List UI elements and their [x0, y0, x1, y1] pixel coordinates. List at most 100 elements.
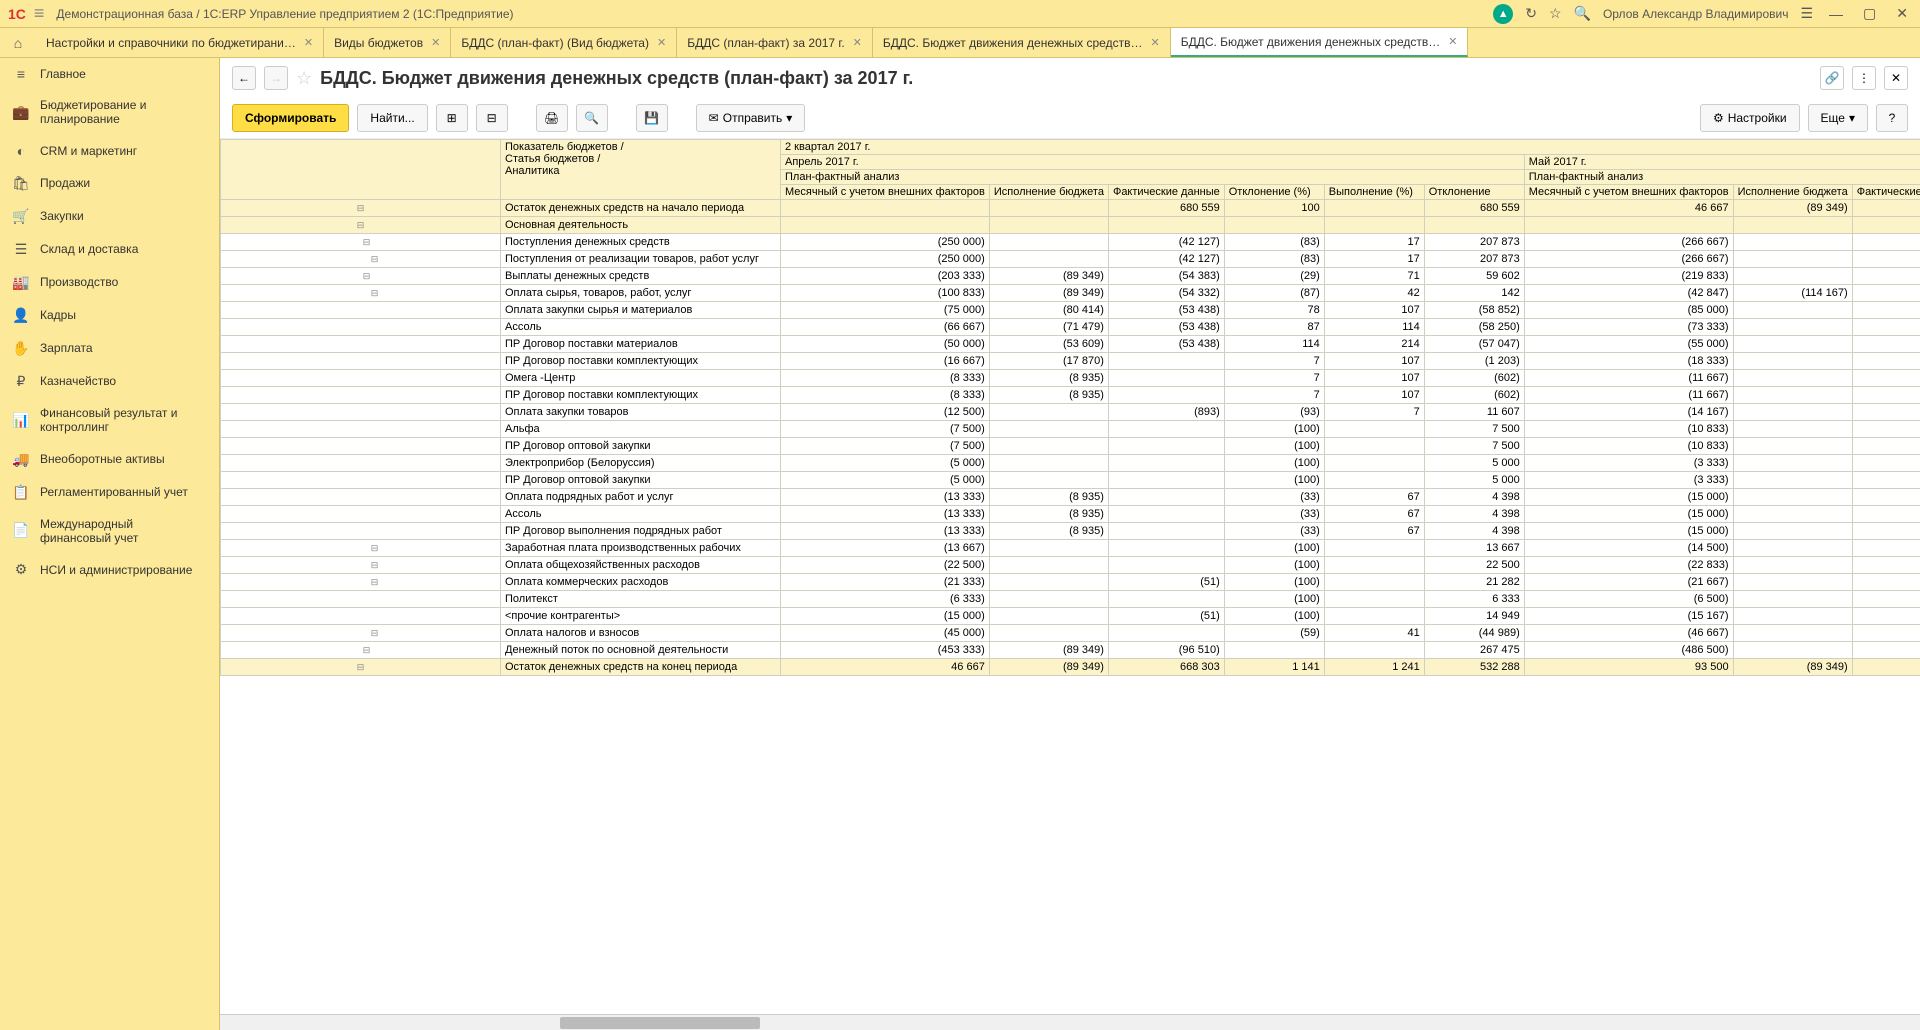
table-row[interactable]: Омега -Центр(8 333)(8 935)7107(602)(11 6… [221, 370, 1920, 387]
save-icon[interactable]: 💾 [636, 104, 668, 132]
forward-button[interactable]: → [264, 66, 288, 90]
sidebar-label: Склад и доставка [40, 242, 207, 256]
toolbar: Сформировать Найти... ⊞ ⊟ 🖨 🔍 💾 ✉ Отправ… [220, 98, 1920, 139]
sidebar-item[interactable]: ≡Главное [0, 58, 219, 90]
close-icon[interactable]: ✕ [1150, 36, 1159, 49]
form-button[interactable]: Сформировать [232, 104, 349, 132]
menu-icon[interactable]: ≡ [34, 3, 45, 24]
close-page-icon[interactable]: ✕ [1884, 66, 1908, 90]
table-row[interactable]: <прочие контрагенты>(15 000)(51)(100)14 … [221, 608, 1920, 625]
tab[interactable]: Виды бюджетов✕ [324, 28, 451, 57]
help-icon[interactable]: ? [1876, 104, 1908, 132]
sidebar-item[interactable]: 💼Бюджетирование и планирование [0, 90, 219, 135]
search-icon[interactable]: 🔍 [1574, 5, 1591, 22]
find-button[interactable]: Найти... [357, 104, 427, 132]
table-row[interactable]: ПР Договор оптовой закупки(7 500)(100)7 … [221, 438, 1920, 455]
sidebar-item[interactable]: 👤Кадры [0, 299, 219, 332]
table-row[interactable]: ⊟Оплата общехозяйственных расходов(22 50… [221, 557, 1920, 574]
sidebar-item[interactable]: 🏭Производство [0, 266, 219, 299]
link-icon[interactable]: 🔗 [1820, 66, 1844, 90]
user-menu-icon[interactable]: ☰ [1800, 5, 1813, 22]
close-icon[interactable]: ✕ [657, 36, 666, 49]
table-row[interactable]: ⊟Основная деятельность [221, 217, 1920, 234]
tab[interactable]: БДДС (план-факт) (Вид бюджета)✕ [451, 28, 677, 57]
close-icon[interactable]: ✕ [853, 36, 862, 49]
maximize-icon[interactable]: ▢ [1859, 5, 1880, 22]
title-bar: 1C ≡ Демонстрационная база / 1C:ERP Упра… [0, 0, 1920, 28]
table-row[interactable]: Альфа(7 500)(100)7 500(10 833) [221, 421, 1920, 438]
bell-icon[interactable]: ▲ [1493, 4, 1513, 24]
tab[interactable]: Настройки и справочники по бюджетирани… ✕ [36, 28, 324, 57]
table-row[interactable]: Ассоль(13 333)(8 935)(33)674 398(15 000) [221, 506, 1920, 523]
close-icon[interactable]: ✕ [431, 36, 440, 49]
table-row[interactable]: Оплата закупки товаров(12 500)(893)(93)7… [221, 404, 1920, 421]
history-icon[interactable]: ↻ [1525, 5, 1537, 22]
table-row[interactable]: ⊟Денежный поток по основной деятельности… [221, 642, 1920, 659]
table-row[interactable]: ⊟Заработная плата производственных рабоч… [221, 540, 1920, 557]
sidebar-label: Регламентированный учет [40, 485, 207, 499]
sidebar-icon: ✋ [12, 340, 30, 357]
tab-label: Настройки и справочники по бюджетирани… [46, 36, 296, 50]
table-row[interactable]: ⊟Оплата сырья, товаров, работ, услуг(100… [221, 285, 1920, 302]
table-row[interactable]: Политекст(6 333)(100)6 333(6 500) [221, 591, 1920, 608]
sidebar-icon: 📄 [12, 522, 30, 539]
sidebar-item[interactable]: ☰ Склад и доставка [0, 233, 219, 266]
table-row[interactable]: ⊟Остаток денежных средств на конец перио… [221, 659, 1920, 676]
close-icon[interactable]: ✕ [1448, 35, 1457, 48]
sidebar-item[interactable]: ⚙НСИ и администрирование [0, 553, 219, 586]
back-button[interactable]: ← [232, 66, 256, 90]
sidebar-item[interactable]: ◐CRM и маркетинг [0, 135, 219, 167]
page-head: ← → ☆ БДДС. Бюджет движения денежных сре… [220, 58, 1920, 98]
page-menu-icon[interactable]: ⋮ [1852, 66, 1876, 90]
home-tab[interactable]: ⌂ [0, 28, 36, 57]
minimize-icon[interactable]: — [1825, 6, 1847, 22]
report-grid-wrap[interactable]: Показатель бюджетов /Статья бюджетов /Ан… [220, 139, 1920, 1014]
table-row[interactable]: ⊟Оплата налогов и взносов(45 000)(59)41(… [221, 625, 1920, 642]
table-row[interactable]: ⊟Остаток денежных средств на начало пери… [221, 200, 1920, 217]
h-scrollbar[interactable] [220, 1014, 1920, 1030]
table-row[interactable]: ПР Договор оптовой закупки(5 000)(100)5 … [221, 472, 1920, 489]
sidebar-label: CRM и маркетинг [40, 144, 207, 158]
table-row[interactable]: ⊟Поступления от реализации товаров, рабо… [221, 251, 1920, 268]
tab[interactable]: БДДС. Бюджет движения денежных средств…✕ [873, 28, 1171, 57]
sidebar-item[interactable]: 🛒Закупки [0, 200, 219, 233]
table-row[interactable]: ПР Договор выполнения подрядных работ(13… [221, 523, 1920, 540]
sidebar-item[interactable]: 📊Финансовый результат и контроллинг [0, 398, 219, 443]
expand-icon[interactable]: ⊞ [436, 104, 468, 132]
table-row[interactable]: ⊟Выплаты денежных средств(203 333)(89 34… [221, 268, 1920, 285]
collapse-icon[interactable]: ⊟ [476, 104, 508, 132]
sidebar-icon: 🏭 [12, 274, 30, 291]
close-icon[interactable]: ✕ [304, 36, 313, 49]
sidebar-item[interactable]: 🚚Внеоборотные активы [0, 443, 219, 476]
star-icon[interactable]: ☆ [1549, 5, 1562, 22]
sidebar-label: Международный финансовый учет [40, 517, 207, 546]
close-window-icon[interactable]: ✕ [1892, 5, 1912, 22]
favorite-icon[interactable]: ☆ [296, 68, 312, 89]
table-row[interactable]: Оплата подрядных работ и услуг(13 333)(8… [221, 489, 1920, 506]
table-row[interactable]: Ассоль(66 667)(71 479)(53 438)87114(58 2… [221, 319, 1920, 336]
sidebar-item[interactable]: ₽Казначейство [0, 365, 219, 398]
sidebar-item[interactable]: 🛍Продажи [0, 167, 219, 200]
table-row[interactable]: ПР Договор поставки комплектующих(8 333)… [221, 387, 1920, 404]
sidebar-icon: ☰ [12, 241, 30, 258]
table-row[interactable]: ⊟Поступления денежных средств(250 000)(4… [221, 234, 1920, 251]
sidebar-item[interactable]: ✋Зарплата [0, 332, 219, 365]
table-row[interactable]: Оплата закупки сырья и материалов(75 000… [221, 302, 1920, 319]
sidebar-label: НСИ и администрирование [40, 563, 207, 577]
tab[interactable]: БДДС (план-факт) за 2017 г.✕ [677, 28, 873, 57]
more-button[interactable]: Еще ▾ [1808, 104, 1868, 132]
settings-button[interactable]: ⚙ Настройки [1700, 104, 1800, 132]
table-row[interactable]: Электроприбор (Белоруссия)(5 000)(100)5 … [221, 455, 1920, 472]
table-row[interactable]: ПР Договор поставки материалов(50 000)(5… [221, 336, 1920, 353]
table-row[interactable]: ⊟Оплата коммерческих расходов(21 333)(51… [221, 574, 1920, 591]
user-name[interactable]: Орлов Александр Владимирович [1603, 7, 1789, 21]
preview-icon[interactable]: 🔍 [576, 104, 608, 132]
table-row[interactable]: ПР Договор поставки комплектующих(16 667… [221, 353, 1920, 370]
sidebar-label: Финансовый результат и контроллинг [40, 406, 207, 435]
sidebar-item[interactable]: 📋Регламентированный учет [0, 476, 219, 509]
print-icon[interactable]: 🖨 [536, 104, 568, 132]
sidebar-item[interactable]: 📄 Международный финансовый учет [0, 509, 219, 554]
sidebar-icon: 🛍 [12, 175, 30, 192]
send-button[interactable]: ✉ Отправить ▾ [696, 104, 806, 132]
tab[interactable]: БДДС. Бюджет движения денежных средств…✕ [1171, 28, 1469, 57]
